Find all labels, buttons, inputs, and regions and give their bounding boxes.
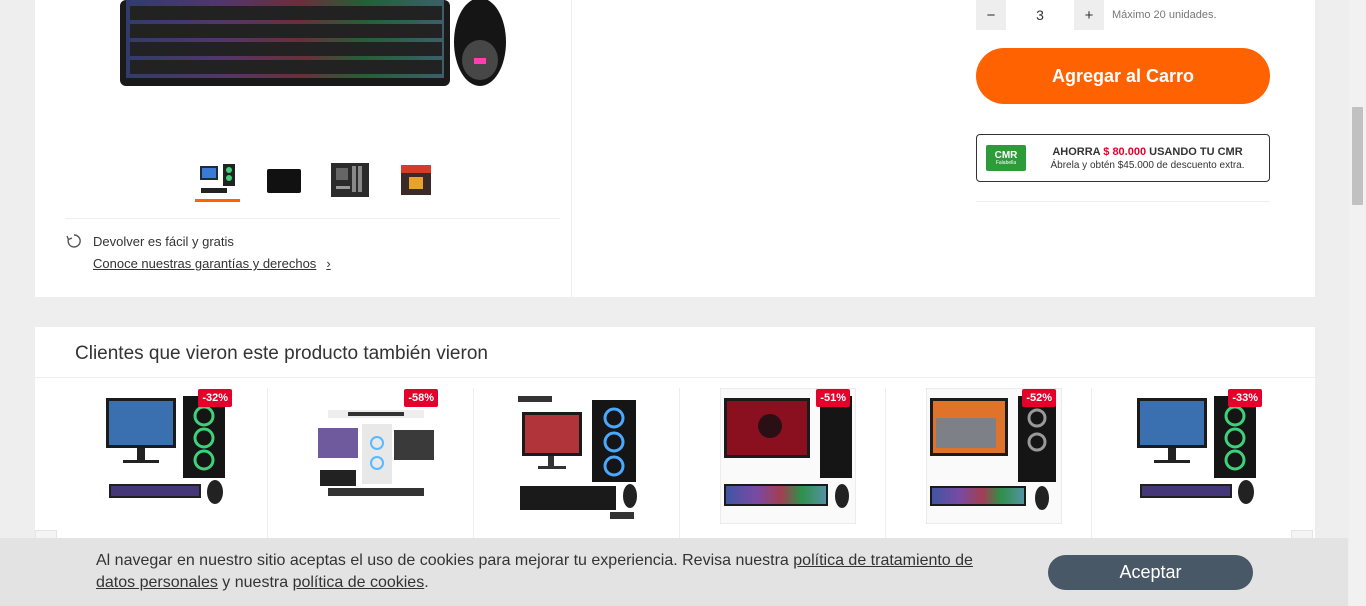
motherboard-image	[330, 163, 369, 197]
cookie-consent-bar: Al navegar en nuestro sitio aceptas el u…	[0, 538, 1348, 606]
decrease-quantity-button[interactable]: −	[976, 0, 1006, 30]
quantity-value[interactable]: 3	[1006, 7, 1074, 23]
cookie-message: Al navegar en nuestro sitio aceptas el u…	[96, 552, 973, 591]
quantity-stepper: − 3 + Máximo 20 unidades.	[976, 0, 1217, 30]
thumbnail-processor-box[interactable]	[393, 158, 438, 202]
thumbnail-motherboard[interactable]	[327, 158, 372, 202]
discount-badge: -51%	[816, 389, 850, 407]
buybox-divider	[976, 201, 1270, 202]
discount-badge: -58%	[404, 389, 438, 407]
guarantees-link-label[interactable]: Conoce nuestras garantías y derechos	[93, 256, 316, 271]
pc-combo-image	[926, 388, 1062, 524]
scrollbar-thumb[interactable]	[1352, 107, 1363, 205]
cmr-savings-amount: $ 80.000	[1103, 145, 1147, 158]
thumbnail-strip	[195, 158, 438, 202]
cookie-policy-link[interactable]: política de cookies	[293, 574, 425, 591]
pc-combo-image	[1137, 396, 1256, 504]
thumbnail-mousepad[interactable]	[261, 158, 306, 202]
accept-cookies-button[interactable]: Aceptar	[1048, 555, 1253, 590]
gallery-divider	[65, 218, 560, 219]
main-product-image[interactable]	[120, 0, 510, 90]
pc-combo-image	[318, 410, 434, 496]
chevron-right-icon: ›	[326, 256, 331, 271]
processor-box-image	[400, 165, 431, 195]
page-scrollbar[interactable]	[1349, 0, 1366, 606]
returns-text: Devolver es fácil y gratis	[93, 233, 234, 249]
cmr-savings-line: AHORRA $ 80.000 USANDO TU CMR	[1052, 145, 1243, 158]
discount-badge: -33%	[1228, 389, 1262, 407]
product-gallery: Devolver es fácil y gratis Conoce nuestr…	[35, 0, 572, 297]
cmr-promo-text: AHORRA $ 80.000 USANDO TU CMR Ábrela y o…	[1026, 146, 1269, 171]
cmr-promo-banner[interactable]: CMR Falabella AHORRA $ 80.000 USANDO TU …	[976, 134, 1270, 182]
discount-badge: -32%	[198, 389, 232, 407]
pc-combo-image	[518, 396, 637, 519]
recommendations-divider	[35, 377, 1315, 378]
return-arrow-icon	[66, 234, 81, 248]
returns-info: Devolver es fácil y gratis Conoce nuestr…	[65, 232, 331, 271]
pc-setup-image	[199, 164, 235, 193]
max-units-text: Máximo 20 unidades.	[1112, 9, 1217, 21]
guarantees-link[interactable]: Conoce nuestras garantías y derechos ›	[93, 256, 331, 271]
increase-quantity-button[interactable]: +	[1074, 0, 1104, 30]
thumbnail-pc-setup[interactable]	[195, 158, 240, 202]
product-panel: Devolver es fácil y gratis Conoce nuestr…	[35, 0, 1315, 297]
recommendations-title: Clientes que vieron este producto tambié…	[75, 343, 488, 364]
mousepad-image	[266, 169, 301, 193]
discount-badge: -52%	[1022, 389, 1056, 407]
pc-combo-image	[720, 388, 856, 524]
cmr-subtext: Ábrela y obtén $45.000 de descuento extr…	[1050, 159, 1245, 171]
add-to-cart-button[interactable]: Agregar al Carro	[976, 48, 1270, 104]
pc-combo-image	[106, 396, 225, 504]
cmr-logo: CMR Falabella	[986, 145, 1026, 171]
